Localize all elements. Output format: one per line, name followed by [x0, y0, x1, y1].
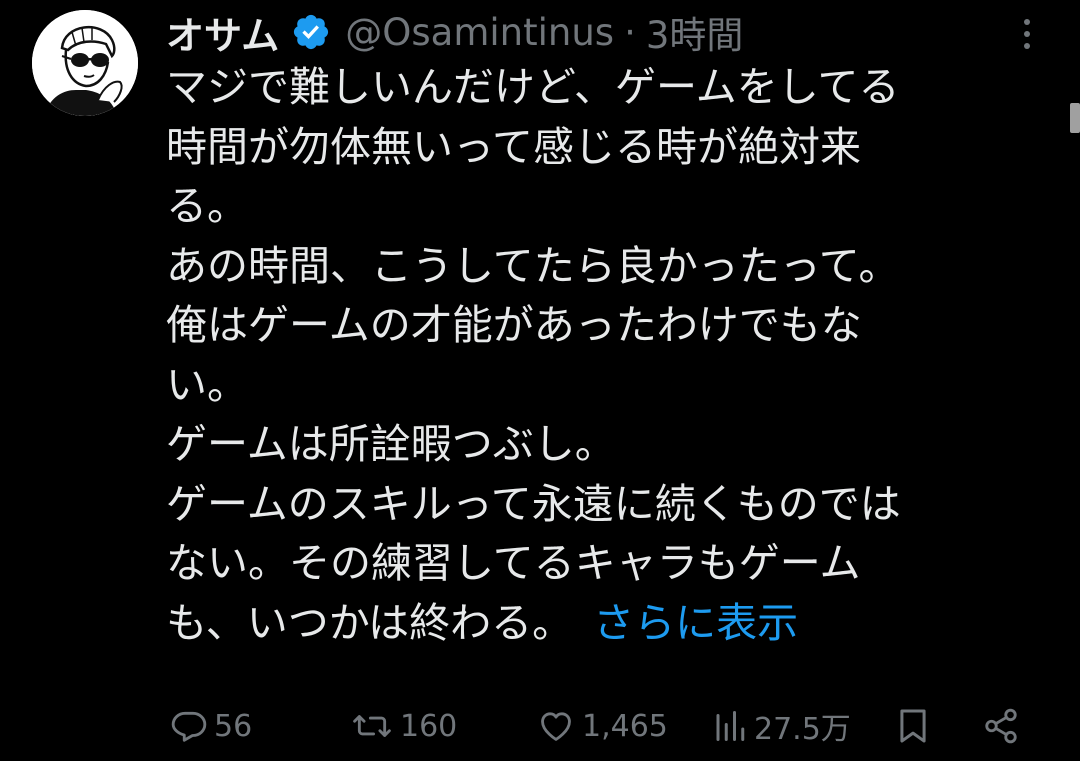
share-button[interactable]	[982, 700, 1020, 752]
tweet-text-line: る。	[166, 182, 248, 230]
like-count: 1,465	[582, 708, 668, 744]
tweet-header: オサム @Osamintinus · 3時間	[166, 4, 743, 60]
show-more-link[interactable]: さらに表示	[593, 599, 798, 647]
repost-button[interactable]: 160	[350, 700, 457, 752]
heart-icon	[541, 712, 571, 741]
views-icon	[716, 711, 745, 741]
tweet-text-line: 時間が勿体無いって感じる時が絶対来	[166, 122, 861, 171]
tweet-text-line: あの時間、こうしてたら良かったって。	[166, 241, 900, 290]
tweet-text-line: も、いつかは終わる。	[166, 598, 574, 647]
views-button[interactable]: 27.5万	[712, 700, 851, 752]
tweet-text-line: い。	[166, 360, 248, 409]
like-button[interactable]: 1,465	[536, 700, 668, 752]
reply-button[interactable]: 56	[170, 700, 252, 752]
tweet-timestamp[interactable]: 3時間	[646, 5, 744, 59]
tweet-text-line: マジで難しいんだけど、ゲームをしてる	[166, 63, 900, 111]
tweet-text-line: ない。その練習してるキャラもゲーム	[166, 539, 861, 587]
tweet-text-last-line: も、いつかは終わる。 さらに表示	[166, 594, 1046, 654]
tweet-text-line: ゲームは所詮暇つぶし。	[166, 420, 616, 468]
header-separator: ·	[624, 10, 636, 54]
views-count: 27.5万	[754, 712, 851, 747]
reply-count: 56	[214, 708, 253, 744]
more-options-button[interactable]	[1014, 14, 1040, 54]
tweet-action-bar: 56 160 1,465 27.5万	[166, 700, 1046, 752]
reply-icon	[171, 711, 207, 742]
share-icon	[985, 708, 1017, 744]
repost-icon	[353, 715, 391, 737]
avatar-sunglasses-illustration	[32, 10, 138, 116]
verified-badge-icon	[291, 12, 331, 52]
avatar[interactable]	[32, 10, 138, 116]
repost-count: 160	[400, 708, 458, 744]
tweet-body: マジで難しいんだけど、ゲームをしてる 時間が勿体無いって感じる時が絶対来 る。 …	[166, 58, 1046, 653]
scrollbar-thumb[interactable]	[1070, 103, 1080, 133]
tweet-text-line: 俺はゲームの才能があったわけでもな	[166, 301, 862, 349]
author-handle[interactable]: @Osamintinus	[345, 11, 614, 54]
more-vertical-icon	[1024, 19, 1030, 49]
author-display-name[interactable]: オサム	[166, 5, 279, 60]
bookmark-button[interactable]	[894, 700, 932, 752]
tweet-text-line: ゲームのスキルって永遠に続くものでは	[166, 479, 901, 528]
bookmark-icon	[900, 709, 926, 743]
